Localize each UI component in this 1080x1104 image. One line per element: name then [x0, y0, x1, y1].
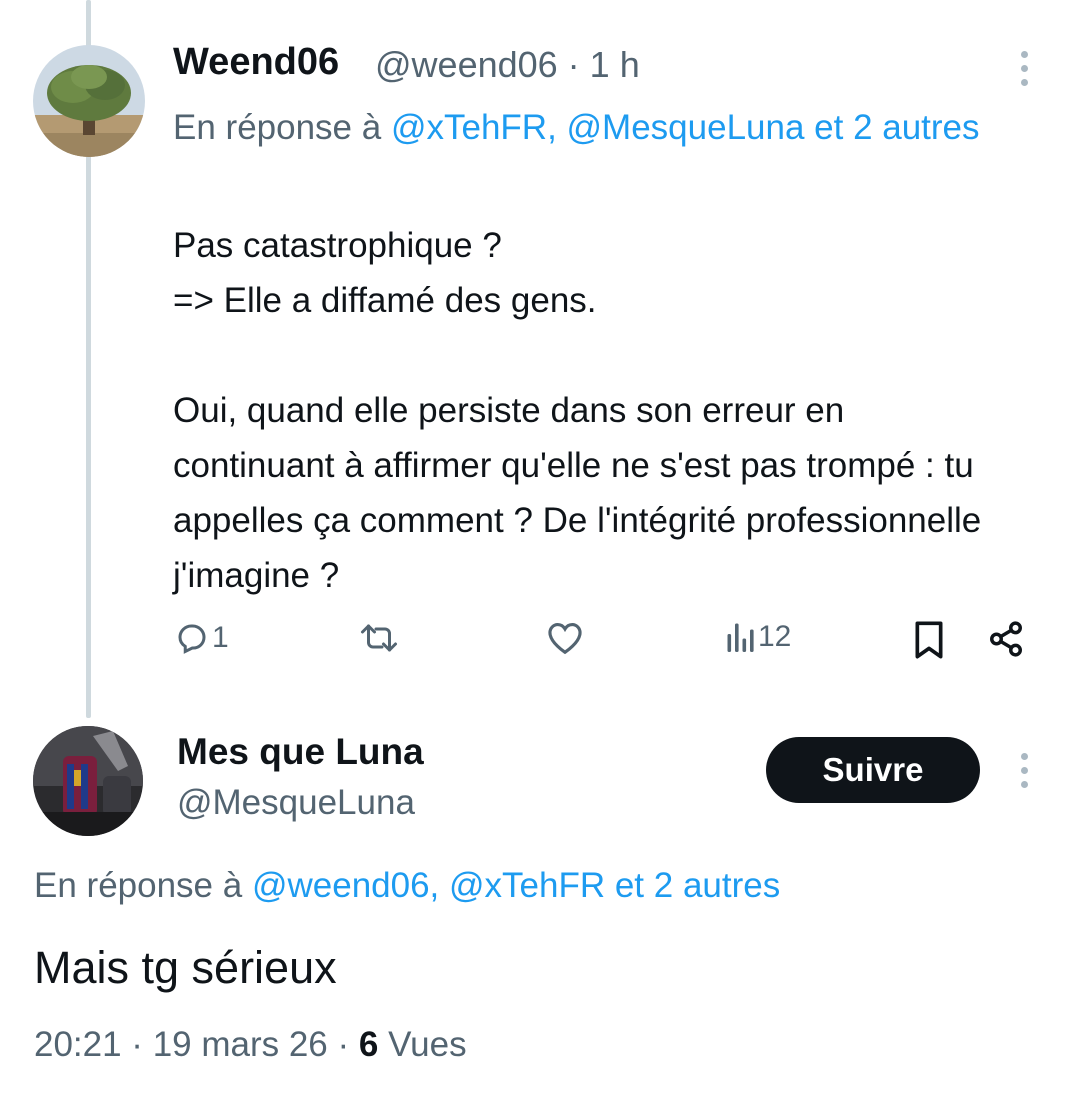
display-name[interactable]: Weend06	[173, 41, 339, 84]
reply-context: En réponse à @xTehFR, @MesqueLuna et 2 a…	[173, 100, 1003, 156]
like-button[interactable]	[546, 620, 584, 656]
display-name[interactable]: Mes que Luna	[177, 731, 424, 773]
reply-icon	[178, 624, 206, 654]
handle[interactable]: @MesqueLuna	[177, 783, 415, 823]
share-icon	[990, 621, 1022, 657]
bookmark-button[interactable]	[913, 620, 945, 660]
bookmark-icon	[915, 621, 943, 659]
retweet-icon	[361, 624, 397, 652]
reply-prefix: En réponse à	[34, 866, 243, 905]
tweet-body: Pas catastrophique ? => Elle a diffamé d…	[173, 226, 982, 595]
reply-count: 1	[212, 621, 229, 654]
tweet-actions: 1 12	[0, 620, 1080, 670]
views-count[interactable]: 6	[359, 1025, 378, 1064]
views-count: 12	[758, 620, 792, 653]
avatar-weend06[interactable]	[33, 45, 145, 157]
share-button[interactable]	[987, 620, 1025, 658]
handle-and-time[interactable]: @weend06 · 1 h	[375, 44, 640, 86]
reply-button[interactable]: 1	[174, 620, 229, 656]
more-icon[interactable]	[1014, 48, 1034, 88]
views-label: Vues	[388, 1025, 467, 1064]
reply-context: En réponse à @weend06, @xTehFR et 2 autr…	[34, 866, 780, 906]
reply-prefix: En réponse à	[173, 108, 382, 147]
views-button[interactable]: 12	[726, 620, 791, 654]
reply-targets-link[interactable]: @xTehFR, @MesqueLuna et 2 autres	[391, 108, 980, 147]
avatar-mesqueluna[interactable]	[33, 726, 143, 836]
reply-targets-link[interactable]: @weend06, @xTehFR et 2 autres	[252, 866, 780, 905]
heart-icon	[548, 622, 582, 655]
timestamp[interactable]: 20:21 · 19 mars 26 ·	[34, 1025, 359, 1064]
tweet-meta: 20:21 · 19 mars 26 · 6 Vues	[34, 1025, 467, 1065]
views-icon	[727, 623, 754, 652]
follow-button[interactable]: Suivre	[766, 737, 980, 803]
more-icon[interactable]	[1014, 750, 1034, 790]
retweet-button[interactable]	[358, 620, 400, 656]
tweet-body: Mais tg sérieux	[34, 942, 337, 993]
